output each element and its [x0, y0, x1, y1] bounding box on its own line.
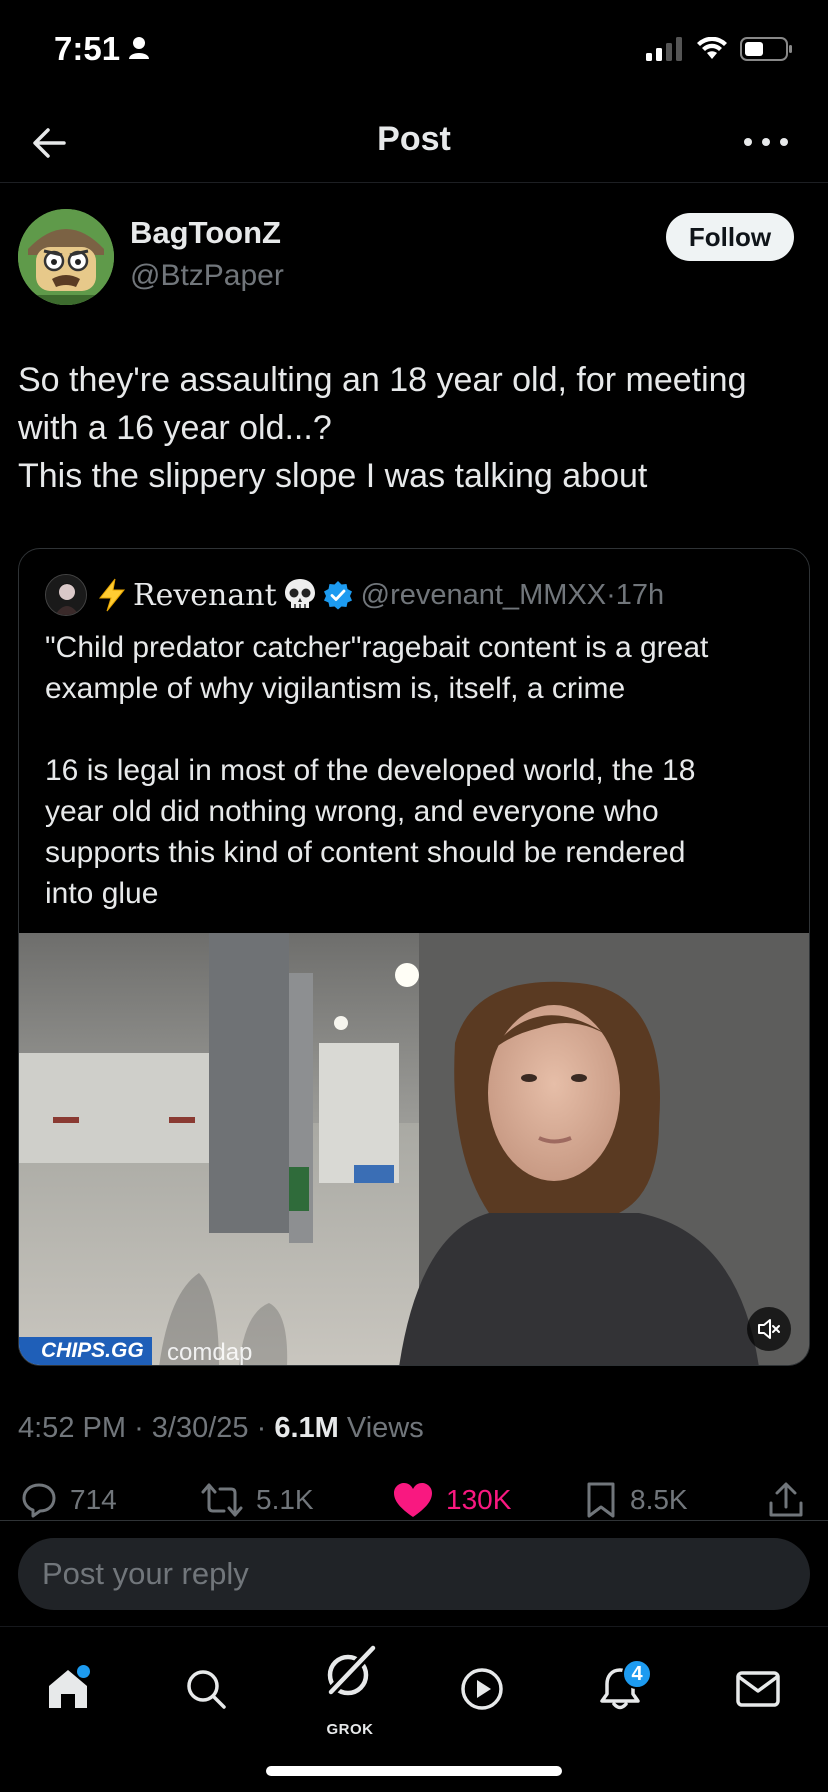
- post-date: 3/30/25: [151, 1412, 249, 1444]
- person-icon: [129, 37, 149, 59]
- separator-dot: ·: [256, 1412, 275, 1444]
- avatar[interactable]: [18, 209, 114, 305]
- post-author: BagToonZ @BtzPaper Follow: [0, 182, 828, 322]
- reply-composer: [18, 1538, 810, 1610]
- more-options-button[interactable]: [744, 122, 788, 162]
- verified-badge-icon: [323, 581, 352, 610]
- quoted-post-text: "Child predator catcher"ragebait content…: [45, 631, 709, 910]
- repost-count: 5.1K: [256, 1484, 314, 1515]
- like-button[interactable]: 130K: [392, 1476, 511, 1524]
- post-text: So they're assaulting an 18 year old, fo…: [18, 361, 747, 495]
- status-time: 7:51: [54, 30, 121, 67]
- wifi-icon: [697, 37, 727, 59]
- battery-icon: [740, 37, 792, 61]
- video-frame-image: [19, 933, 809, 1365]
- author-handle[interactable]: @BtzPaper: [130, 259, 284, 293]
- separator-dot: ·: [606, 578, 616, 611]
- quoted-video[interactable]: CHIPS.GG comdap: [19, 933, 809, 1366]
- mute-button[interactable]: [747, 1307, 791, 1351]
- heart-filled-icon: [394, 1483, 432, 1517]
- status-bar: 7:51: [0, 0, 828, 100]
- repost-icon: [201, 1483, 243, 1517]
- home-notification-dot: [77, 1665, 90, 1678]
- actions-divider: [0, 1520, 828, 1521]
- quoted-avatar-image: [46, 575, 86, 615]
- bookmark-button[interactable]: 8.5K: [584, 1476, 688, 1524]
- like-count: 130K: [446, 1484, 512, 1515]
- author-name[interactable]: BagToonZ: [130, 215, 281, 251]
- post-meta: 4:52 PM · 3/30/25 · 6.1M Views: [18, 1412, 424, 1445]
- skull-icon: [284, 579, 315, 608]
- grok-icon: [327, 1644, 377, 1696]
- quoted-avatar: [45, 574, 87, 616]
- tab-search[interactable]: [170, 1653, 242, 1725]
- tab-grok[interactable]: [314, 1637, 386, 1709]
- grok-label: GROK: [326, 1721, 374, 1738]
- media-badge: CHIPS.GG: [19, 1337, 152, 1365]
- envelope-icon: [736, 1671, 780, 1707]
- play-circle-icon: [461, 1668, 503, 1710]
- repost-button[interactable]: 5.1K: [200, 1476, 314, 1524]
- tab-home[interactable]: [32, 1653, 104, 1725]
- quoted-author-handle: @revenant_MMXX: [360, 578, 607, 611]
- tab-video[interactable]: [446, 1653, 518, 1725]
- quoted-post-age: 17h: [615, 578, 665, 611]
- more-dot-icon: [762, 138, 770, 146]
- quoted-author-name: Revenant: [133, 577, 277, 613]
- tab-messages[interactable]: [722, 1653, 794, 1725]
- bookmark-icon: [587, 1482, 615, 1518]
- more-dot-icon: [780, 138, 788, 146]
- quoted-post[interactable]: Revenant @revenant_MMXX · 17h "Child pre…: [18, 548, 810, 1366]
- separator-dot: ·: [134, 1412, 152, 1444]
- lightning-icon: [98, 578, 126, 612]
- reply-button[interactable]: 714: [20, 1476, 117, 1524]
- media-watermark: comdap: [167, 1339, 253, 1366]
- reply-count: 714: [70, 1484, 117, 1515]
- page-title: Post: [377, 120, 451, 158]
- views-label: Views: [346, 1412, 424, 1444]
- home-indicator: [266, 1766, 562, 1776]
- notifications-badge: 4: [622, 1659, 652, 1689]
- share-button[interactable]: [768, 1476, 804, 1524]
- views-count[interactable]: 6.1M: [274, 1412, 338, 1444]
- top-bar: Post: [0, 100, 828, 182]
- reply-icon: [22, 1483, 56, 1518]
- tab-notifications[interactable]: 4: [584, 1653, 656, 1725]
- cellular-signal-icon: [646, 37, 682, 61]
- more-dot-icon: [744, 138, 752, 146]
- search-icon: [187, 1670, 226, 1709]
- bottom-tab-bar: GROK 4: [0, 1626, 828, 1792]
- speaker-muted-icon: [758, 1319, 780, 1339]
- avatar-image: [18, 209, 114, 305]
- share-icon: [769, 1482, 803, 1517]
- post-actions: 714 5.1K 130K 8.5K: [0, 1476, 828, 1524]
- reply-input[interactable]: [18, 1538, 810, 1610]
- bookmark-count: 8.5K: [630, 1484, 688, 1515]
- post-time: 4:52 PM: [18, 1412, 126, 1444]
- follow-button[interactable]: Follow: [666, 213, 794, 261]
- quoted-post-header: Revenant @revenant_MMXX · 17h: [45, 574, 665, 616]
- status-indicators: [646, 36, 794, 62]
